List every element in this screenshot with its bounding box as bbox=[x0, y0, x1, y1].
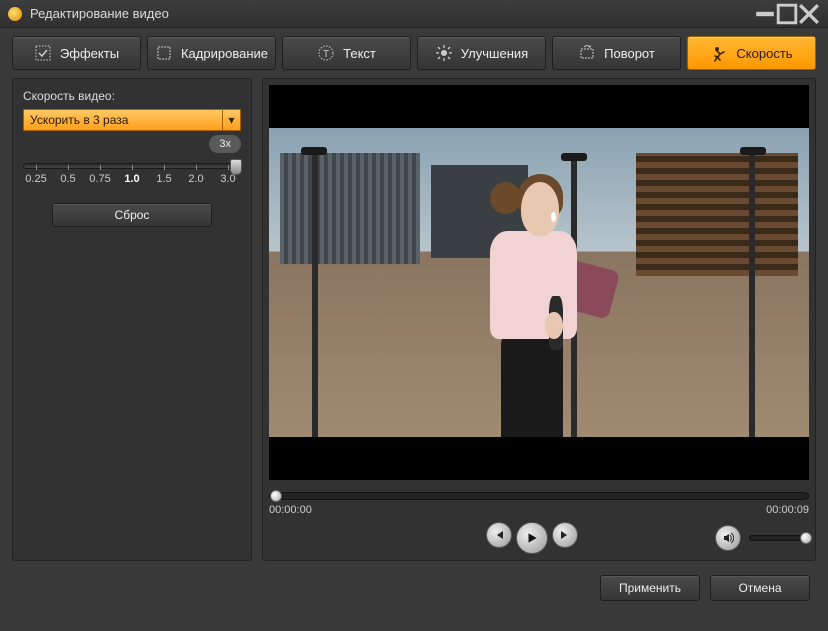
tick: 1.0 bbox=[119, 173, 145, 185]
tab-label: Поворот bbox=[604, 46, 655, 61]
speed-icon bbox=[710, 44, 728, 62]
time-current: 00:00:00 bbox=[269, 504, 312, 516]
speed-panel: Скорость видео: Ускорить в 3 раза ▾ 3x 0… bbox=[12, 78, 252, 561]
cancel-label: Отмена bbox=[738, 581, 781, 595]
footer: Применить Отмена bbox=[0, 561, 828, 615]
apply-label: Применить bbox=[619, 581, 681, 595]
slider-tooltip: 3x bbox=[209, 135, 241, 153]
reset-label: Сброс bbox=[115, 208, 150, 222]
titlebar: Редактирование видео bbox=[0, 0, 828, 28]
video-viewport bbox=[269, 85, 809, 480]
minimize-button[interactable] bbox=[754, 6, 776, 22]
speed-label: Скорость видео: bbox=[23, 89, 241, 103]
combo-text: Ускорить в 3 раза bbox=[24, 110, 222, 130]
player-controls bbox=[269, 522, 809, 554]
preview-panel: 00:00:00 00:00:09 bbox=[262, 78, 816, 561]
tick: 3.0 bbox=[215, 173, 241, 185]
seek-bar[interactable] bbox=[269, 492, 809, 500]
tick: 1.5 bbox=[151, 173, 177, 185]
next-button[interactable] bbox=[552, 522, 578, 548]
tab-text[interactable]: T Текст bbox=[282, 36, 411, 70]
tab-label: Текст bbox=[343, 46, 376, 61]
volume-knob[interactable] bbox=[800, 532, 812, 544]
cancel-button[interactable]: Отмена bbox=[710, 575, 810, 601]
tab-rotate[interactable]: Поворот bbox=[552, 36, 681, 70]
text-icon: T bbox=[317, 44, 335, 62]
tab-effects[interactable]: Эффекты bbox=[12, 36, 141, 70]
maximize-button[interactable] bbox=[776, 6, 798, 22]
crop-icon bbox=[155, 44, 173, 62]
reset-button[interactable]: Сброс bbox=[52, 203, 212, 227]
slider-ticks: 0.25 0.5 0.75 1.0 1.5 2.0 3.0 bbox=[23, 173, 241, 185]
tab-label: Скорость bbox=[736, 46, 792, 61]
time-display: 00:00:00 00:00:09 bbox=[269, 504, 809, 516]
tab-speed[interactable]: Скорость bbox=[687, 36, 816, 70]
app-icon bbox=[8, 7, 22, 21]
chevron-down-icon: ▾ bbox=[222, 110, 240, 130]
video-frame bbox=[269, 128, 809, 436]
window-title: Редактирование видео bbox=[30, 6, 754, 21]
time-total: 00:00:09 bbox=[766, 504, 809, 516]
speed-preset-combo[interactable]: Ускорить в 3 раза ▾ bbox=[23, 109, 241, 131]
svg-text:T: T bbox=[323, 49, 329, 60]
rotate-icon bbox=[578, 44, 596, 62]
volume-slider[interactable] bbox=[749, 535, 809, 541]
prev-button[interactable] bbox=[486, 522, 512, 548]
effects-icon bbox=[34, 44, 52, 62]
seek-knob[interactable] bbox=[270, 490, 282, 502]
volume-button[interactable] bbox=[715, 525, 741, 551]
tab-label: Улучшения bbox=[461, 46, 528, 61]
play-button[interactable] bbox=[516, 522, 548, 554]
tab-bar: Эффекты Кадрирование T Текст Улучшения П… bbox=[0, 28, 828, 78]
close-button[interactable] bbox=[798, 6, 820, 22]
tick: 2.0 bbox=[183, 173, 209, 185]
tick: 0.5 bbox=[55, 173, 81, 185]
tick: 0.25 bbox=[23, 173, 49, 185]
tab-enhance[interactable]: Улучшения bbox=[417, 36, 546, 70]
enhance-icon bbox=[435, 44, 453, 62]
tab-label: Кадрирование bbox=[181, 46, 268, 61]
apply-button[interactable]: Применить bbox=[600, 575, 700, 601]
tab-crop[interactable]: Кадрирование bbox=[147, 36, 276, 70]
tab-label: Эффекты bbox=[60, 46, 119, 61]
tick: 0.75 bbox=[87, 173, 113, 185]
